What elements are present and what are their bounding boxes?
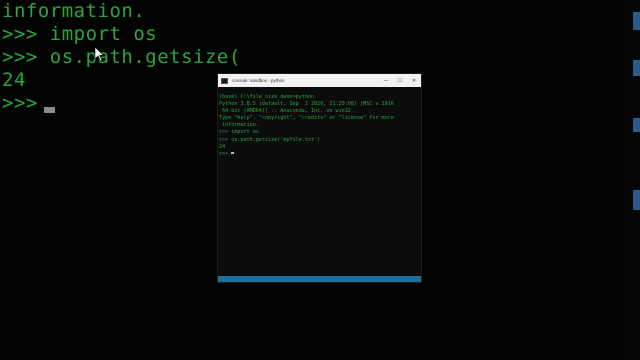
maximize-button[interactable]: ☐	[393, 74, 407, 87]
console-output[interactable]: (base) C:\file_size_demo>python Python 3…	[218, 87, 414, 276]
edge-marker	[633, 190, 640, 210]
console-prompt-line[interactable]: >>>	[219, 151, 414, 158]
zoom-line-result: 24	[2, 69, 26, 91]
vertical-scrollbar[interactable]	[414, 87, 421, 276]
console-line: 24	[219, 143, 226, 150]
video-frame: information. >>> import os >>> os.path.g…	[0, 0, 640, 360]
console-app-icon	[221, 77, 228, 84]
window-bottom-bar	[218, 276, 421, 282]
zoom-line-prompt: >>>	[2, 92, 38, 114]
console-prompt: >>>	[219, 150, 232, 157]
edge-marker	[633, 12, 640, 30]
zoom-line-information: information.	[2, 0, 146, 22]
close-button[interactable]: ✕	[407, 74, 421, 87]
console-line: >>> import os	[219, 129, 259, 136]
zoom-cursor	[44, 107, 55, 113]
console-line: (base) C:\file_size_demo>python	[219, 94, 315, 100]
mouse-pointer-icon	[94, 46, 104, 62]
zoom-line-import: >>> import os	[2, 23, 158, 45]
console-line: information.	[219, 122, 259, 129]
right-edge-strip	[623, 0, 640, 360]
console-line: Type "help", "copyright", "credits" or "…	[219, 115, 394, 122]
zoom-line-getsize: >>> os.path.getsize(	[2, 46, 241, 68]
window-titlebar[interactable]: console: sandbox - python — ☐ ✕	[218, 74, 421, 87]
text-cursor	[231, 152, 235, 155]
minimize-button[interactable]: —	[379, 74, 393, 87]
window-title: console: sandbox - python	[232, 78, 285, 83]
edge-marker	[633, 118, 640, 132]
console-line: Python 3.8.5 (default, Sep 3 2020, 21:29…	[219, 101, 394, 108]
console-line: 64 bit (AMD64)] :: Anaconda, Inc. on win…	[219, 108, 351, 115]
console-window[interactable]: console: sandbox - python — ☐ ✕ (base) C…	[218, 74, 421, 282]
edge-marker	[633, 60, 640, 76]
console-line: >>> os.path.getsize('myfile.txt')	[219, 136, 321, 143]
